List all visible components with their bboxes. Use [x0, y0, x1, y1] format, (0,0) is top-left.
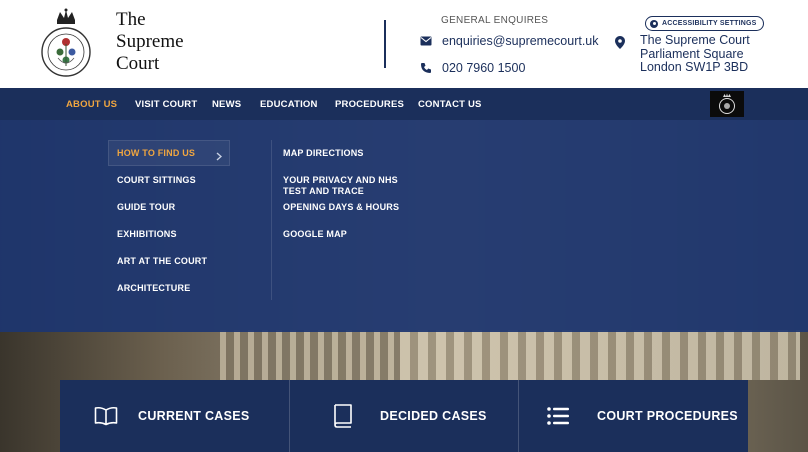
site-title-line: Court	[116, 53, 160, 74]
menu-item-guide-tour[interactable]: GUIDE TOUR	[117, 202, 175, 213]
list-icon	[547, 407, 569, 425]
site-title-line: Supreme	[116, 31, 184, 52]
nav-item-visit-court[interactable]: VISIT COURT	[135, 99, 197, 110]
menu-item-how-to-find-us[interactable]: HOW TO FIND US	[117, 148, 195, 159]
decided-cases-card[interactable]: DECIDED CASES	[332, 380, 532, 452]
open-book-icon	[94, 406, 118, 426]
court-procedures-card[interactable]: COURT PROCEDURES	[547, 380, 747, 452]
menu-item-court-sittings[interactable]: COURT SITTINGS	[117, 175, 196, 186]
decided-cases-label: DECIDED CASES	[380, 409, 487, 423]
card-divider	[289, 380, 290, 452]
nav-item-about-us[interactable]: ABOUT US	[66, 99, 117, 110]
card-divider	[518, 380, 519, 452]
envelope-icon	[420, 35, 432, 47]
nav-item-education[interactable]: EDUCATION	[260, 99, 318, 110]
menu-item-art-at-the-court[interactable]: ART AT THE COURT	[117, 256, 207, 267]
location-pin-icon	[615, 36, 625, 54]
menu-item-map-directions[interactable]: MAP DIRECTIONS	[283, 148, 364, 159]
accessibility-icon	[650, 19, 658, 28]
general-enquiries-label: GENERAL ENQUIRES	[441, 15, 549, 26]
current-cases-card[interactable]: CURRENT CASES	[94, 380, 294, 452]
supreme-court-seal-logo[interactable]	[40, 8, 92, 78]
phone-icon	[420, 62, 432, 74]
accessibility-label: ACCESSIBILITY SETTINGS	[662, 20, 757, 27]
menu-item-architecture[interactable]: ARCHITECTURE	[117, 283, 190, 294]
menu-item-exhibitions[interactable]: EXHIBITIONS	[117, 229, 177, 240]
nav-item-procedures[interactable]: PROCEDURES	[335, 99, 404, 110]
main-nav: ABOUT US VISIT COURT NEWS EDUCATION PROC…	[0, 88, 808, 120]
hero-building-columns	[220, 330, 400, 380]
closed-book-icon	[332, 403, 354, 429]
nav-item-contact-us[interactable]: CONTACT US	[418, 99, 482, 110]
site-title-line: The	[116, 9, 146, 30]
menu-item-google-map[interactable]: GOOGLE MAP	[283, 229, 347, 240]
current-cases-label: CURRENT CASES	[138, 409, 250, 423]
chevron-right-icon	[216, 148, 223, 166]
address-line: London SW1P 3BD	[640, 60, 749, 74]
hero-building-arch	[400, 330, 800, 380]
quick-links-bar: CURRENT CASES DECIDED CASES COURT PROCED…	[60, 380, 748, 452]
menu-item-opening-days-hours[interactable]: OPENING DAYS & HOURS	[283, 202, 399, 213]
crest-badge-icon[interactable]	[710, 91, 744, 117]
court-procedures-label: COURT PROCEDURES	[597, 409, 738, 423]
accessibility-settings-button[interactable]: ACCESSIBILITY SETTINGS	[645, 16, 764, 31]
address-line: Parliament Square	[640, 46, 744, 61]
address-block: The Supreme Court Parliament Square Lond…	[640, 33, 750, 75]
email-link[interactable]: enquiries@supremecourt.uk	[442, 34, 599, 48]
email-contact[interactable]: enquiries@supremecourt.uk	[420, 34, 599, 48]
address-line: The Supreme Court	[640, 33, 750, 47]
dropdown-column-divider	[271, 140, 272, 300]
phone-link[interactable]: 020 7960 1500	[442, 61, 525, 75]
phone-contact[interactable]: 020 7960 1500	[420, 61, 525, 75]
site-header: The Supreme Court GENERAL ENQUIRES enqui…	[0, 0, 808, 88]
site-title[interactable]: The Supreme Court	[116, 9, 184, 75]
nav-item-news[interactable]: NEWS	[212, 99, 241, 110]
menu-item-privacy-nhs[interactable]: YOUR PRIVACY AND NHS TEST AND TRACE	[283, 175, 423, 197]
header-divider	[384, 20, 386, 68]
